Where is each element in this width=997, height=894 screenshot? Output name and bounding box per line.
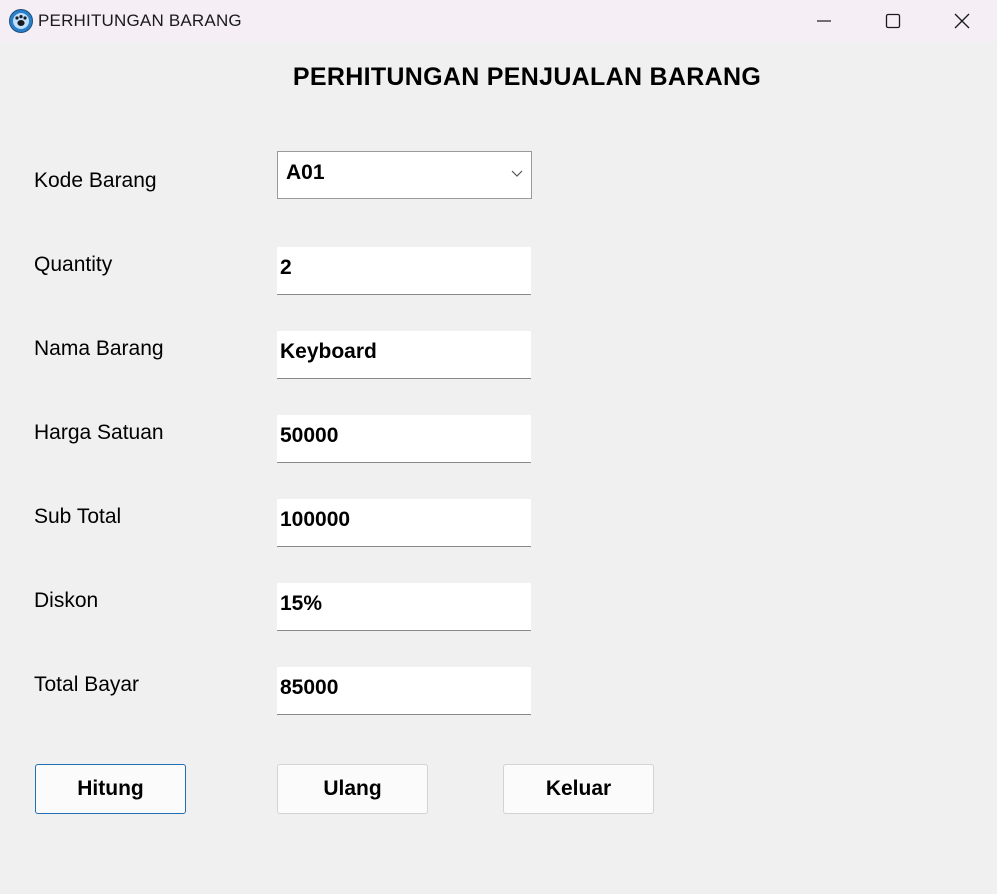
paw-icon xyxy=(9,9,33,33)
maximize-button[interactable] xyxy=(858,0,928,42)
diskon-field[interactable]: 15% xyxy=(277,583,531,631)
window-title: PERHITUNGAN BARANG xyxy=(38,11,242,30)
page-title: PERHITUNGAN PENJUALAN BARANG xyxy=(292,63,762,91)
close-button[interactable] xyxy=(927,0,997,42)
maximize-icon xyxy=(885,13,901,29)
minimize-icon xyxy=(817,20,831,22)
nama-barang-field[interactable]: Keyboard xyxy=(277,331,531,379)
harga-satuan-label: Harga Satuan xyxy=(34,421,164,444)
hitung-button[interactable]: Hitung xyxy=(35,764,186,814)
kode-barang-label: Kode Barang xyxy=(34,169,157,192)
kode-barang-value: A01 xyxy=(286,161,325,184)
sub-total-field[interactable]: 100000 xyxy=(277,499,531,547)
nama-barang-label: Nama Barang xyxy=(34,337,164,360)
total-bayar-label: Total Bayar xyxy=(34,673,140,696)
sub-total-label: Sub Total xyxy=(34,505,122,528)
minimize-button[interactable] xyxy=(789,0,859,42)
close-icon xyxy=(954,13,970,29)
ulang-button[interactable]: Ulang xyxy=(277,764,428,814)
kode-barang-combobox[interactable]: A01 xyxy=(277,151,532,199)
harga-satuan-field[interactable]: 50000 xyxy=(277,415,531,463)
quantity-label: Quantity xyxy=(34,253,113,276)
total-bayar-field[interactable]: 85000 xyxy=(277,667,531,715)
keluar-button[interactable]: Keluar xyxy=(503,764,654,814)
quantity-field[interactable]: 2 xyxy=(277,247,531,295)
diskon-label: Diskon xyxy=(34,589,99,612)
chevron-down-icon xyxy=(511,170,523,177)
title-bar[interactable]: PERHITUNGAN BARANG xyxy=(0,0,997,42)
